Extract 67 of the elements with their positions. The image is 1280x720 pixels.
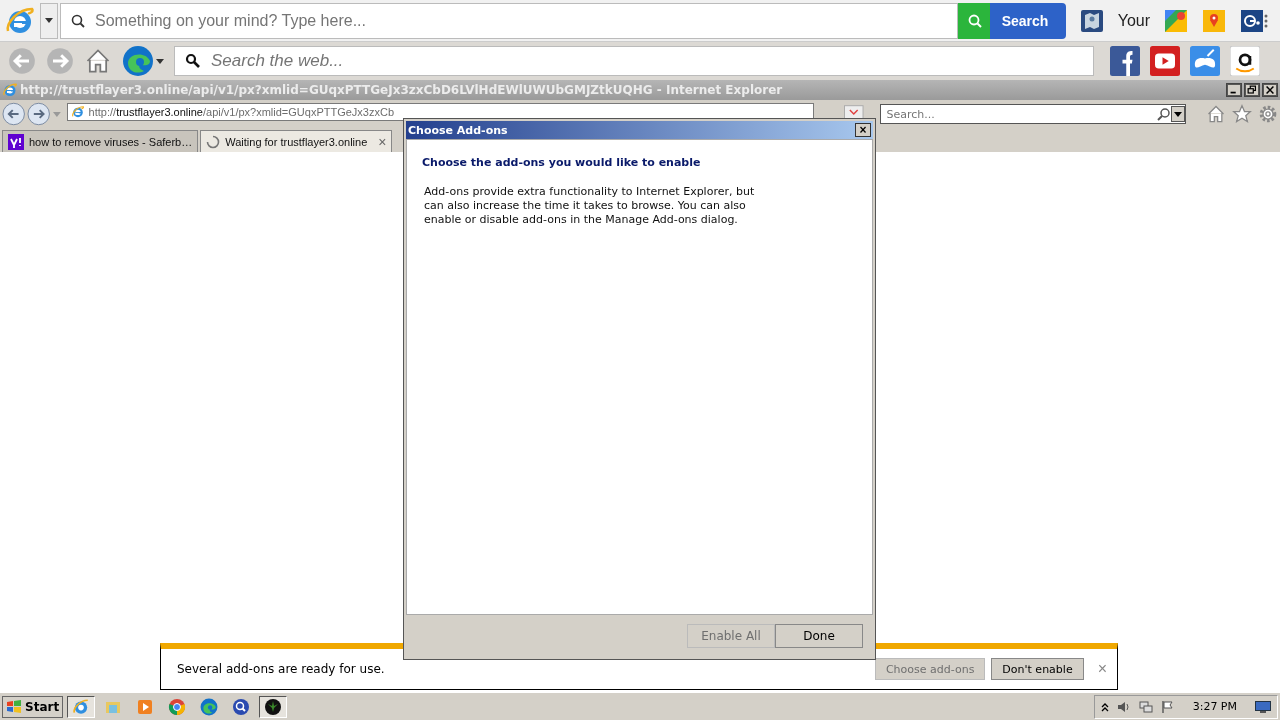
dialog-heading: Choose the add-ons you would like to enable — [422, 156, 702, 169]
browser-tab[interactable]: how to remove viruses - Saferb… — [2, 130, 199, 152]
search-field[interactable]: Search... — [884, 106, 1157, 122]
chevron-up-icon[interactable] — [1100, 701, 1109, 712]
notification-button[interactable]: Don't enable — [991, 658, 1084, 680]
maps-icon[interactable] — [1164, 8, 1188, 33]
window-title: http://trustflayer3.online/api/v1/px?xmlid=GUqxPTTGeJx3zxCbD6LVlHdEWlUWUbGMJZtkUQHG - Internet Explorer — [20, 83, 783, 97]
settings-icon[interactable] — [1258, 104, 1278, 124]
close-button[interactable]: × — [855, 123, 871, 137]
ie-logo-icon — [2, 82, 18, 98]
windows-flag-icon — [6, 699, 22, 714]
loading-spinner-icon — [206, 134, 221, 149]
media-player-icon — [136, 697, 155, 716]
browser-tab[interactable]: Waiting for trustflayer3.online × — [200, 130, 393, 152]
yahoo-icon — [8, 133, 24, 150]
flag-icon[interactable] — [1160, 699, 1175, 714]
gs-icon[interactable] — [1240, 8, 1264, 33]
search-icon — [71, 13, 85, 28]
network-icon[interactable] — [1138, 699, 1153, 714]
edge-logo-icon — [122, 45, 154, 77]
chrome-icon — [168, 697, 187, 716]
taskbar-app[interactable] — [259, 695, 288, 718]
gamepad-icon[interactable] — [1190, 46, 1220, 76]
search-icon — [185, 53, 201, 69]
caret-icon[interactable] — [156, 58, 164, 64]
search-box[interactable]: Something on your mind? Type here... — [60, 2, 958, 39]
toolbar-link[interactable]: Your — [1117, 11, 1150, 30]
caret-icon — [45, 18, 53, 23]
edge-icon — [200, 697, 219, 716]
leaf-icon — [264, 697, 283, 716]
close-icon[interactable] — [1262, 83, 1278, 97]
speaker-icon[interactable] — [1116, 699, 1131, 714]
video-play-icon[interactable] — [1150, 46, 1180, 76]
ie-icon — [72, 697, 91, 716]
search-icon — [232, 697, 251, 716]
search-field[interactable]: Something on your mind? Type here... — [93, 10, 957, 31]
home-icon[interactable] — [84, 47, 112, 75]
facebook-icon[interactable] — [1110, 46, 1140, 76]
map-pin-icon[interactable] — [1202, 8, 1226, 33]
dialog-text: Add-ons provide extra functionality to Internet Explorer, but can also increase the time it takes to browse. You can also enable or disable add-ons in the Manage Add-ons dialog. — [424, 185, 756, 227]
map-icon[interactable] — [1079, 8, 1104, 33]
desktop-icon[interactable] — [1255, 700, 1271, 713]
search-icon — [1157, 107, 1171, 121]
start-button[interactable]: Start — [2, 695, 64, 718]
search-button[interactable]: Search — [957, 2, 1066, 39]
minimize-icon[interactable] — [1226, 83, 1242, 97]
address-field[interactable]: http://trustflayer3.online/api/v1/px?xmlid=GUqxPTTGeJx3zxCb — [66, 103, 814, 121]
web-search-box[interactable]: Search the web... — [174, 46, 1094, 76]
home-icon[interactable] — [1206, 104, 1226, 124]
star-icon[interactable] — [1232, 104, 1252, 124]
back-icon[interactable] — [2, 102, 26, 126]
search-icon — [967, 13, 982, 28]
dropdown-button[interactable] — [40, 2, 58, 39]
dropdown-icon[interactable] — [1171, 106, 1185, 122]
ie-logo-icon — [70, 105, 85, 119]
clock: 3:27 PM — [1192, 700, 1237, 713]
dialog-title: Choose Add-ons — [408, 123, 509, 137]
taskbar-app[interactable] — [67, 695, 96, 718]
tab-close-button[interactable]: × — [378, 133, 387, 150]
amazon-icon[interactable] — [1230, 46, 1260, 76]
forward-icon[interactable] — [27, 102, 51, 126]
search-box[interactable]: Search... — [879, 104, 1186, 124]
dialog-button[interactable]: Done — [775, 624, 863, 648]
restore-icon[interactable] — [1244, 83, 1260, 97]
close-button[interactable]: × — [1097, 660, 1107, 678]
menu-icon[interactable] — [1264, 13, 1268, 28]
notification-message: Several add-ons are ready for use. — [177, 662, 386, 676]
